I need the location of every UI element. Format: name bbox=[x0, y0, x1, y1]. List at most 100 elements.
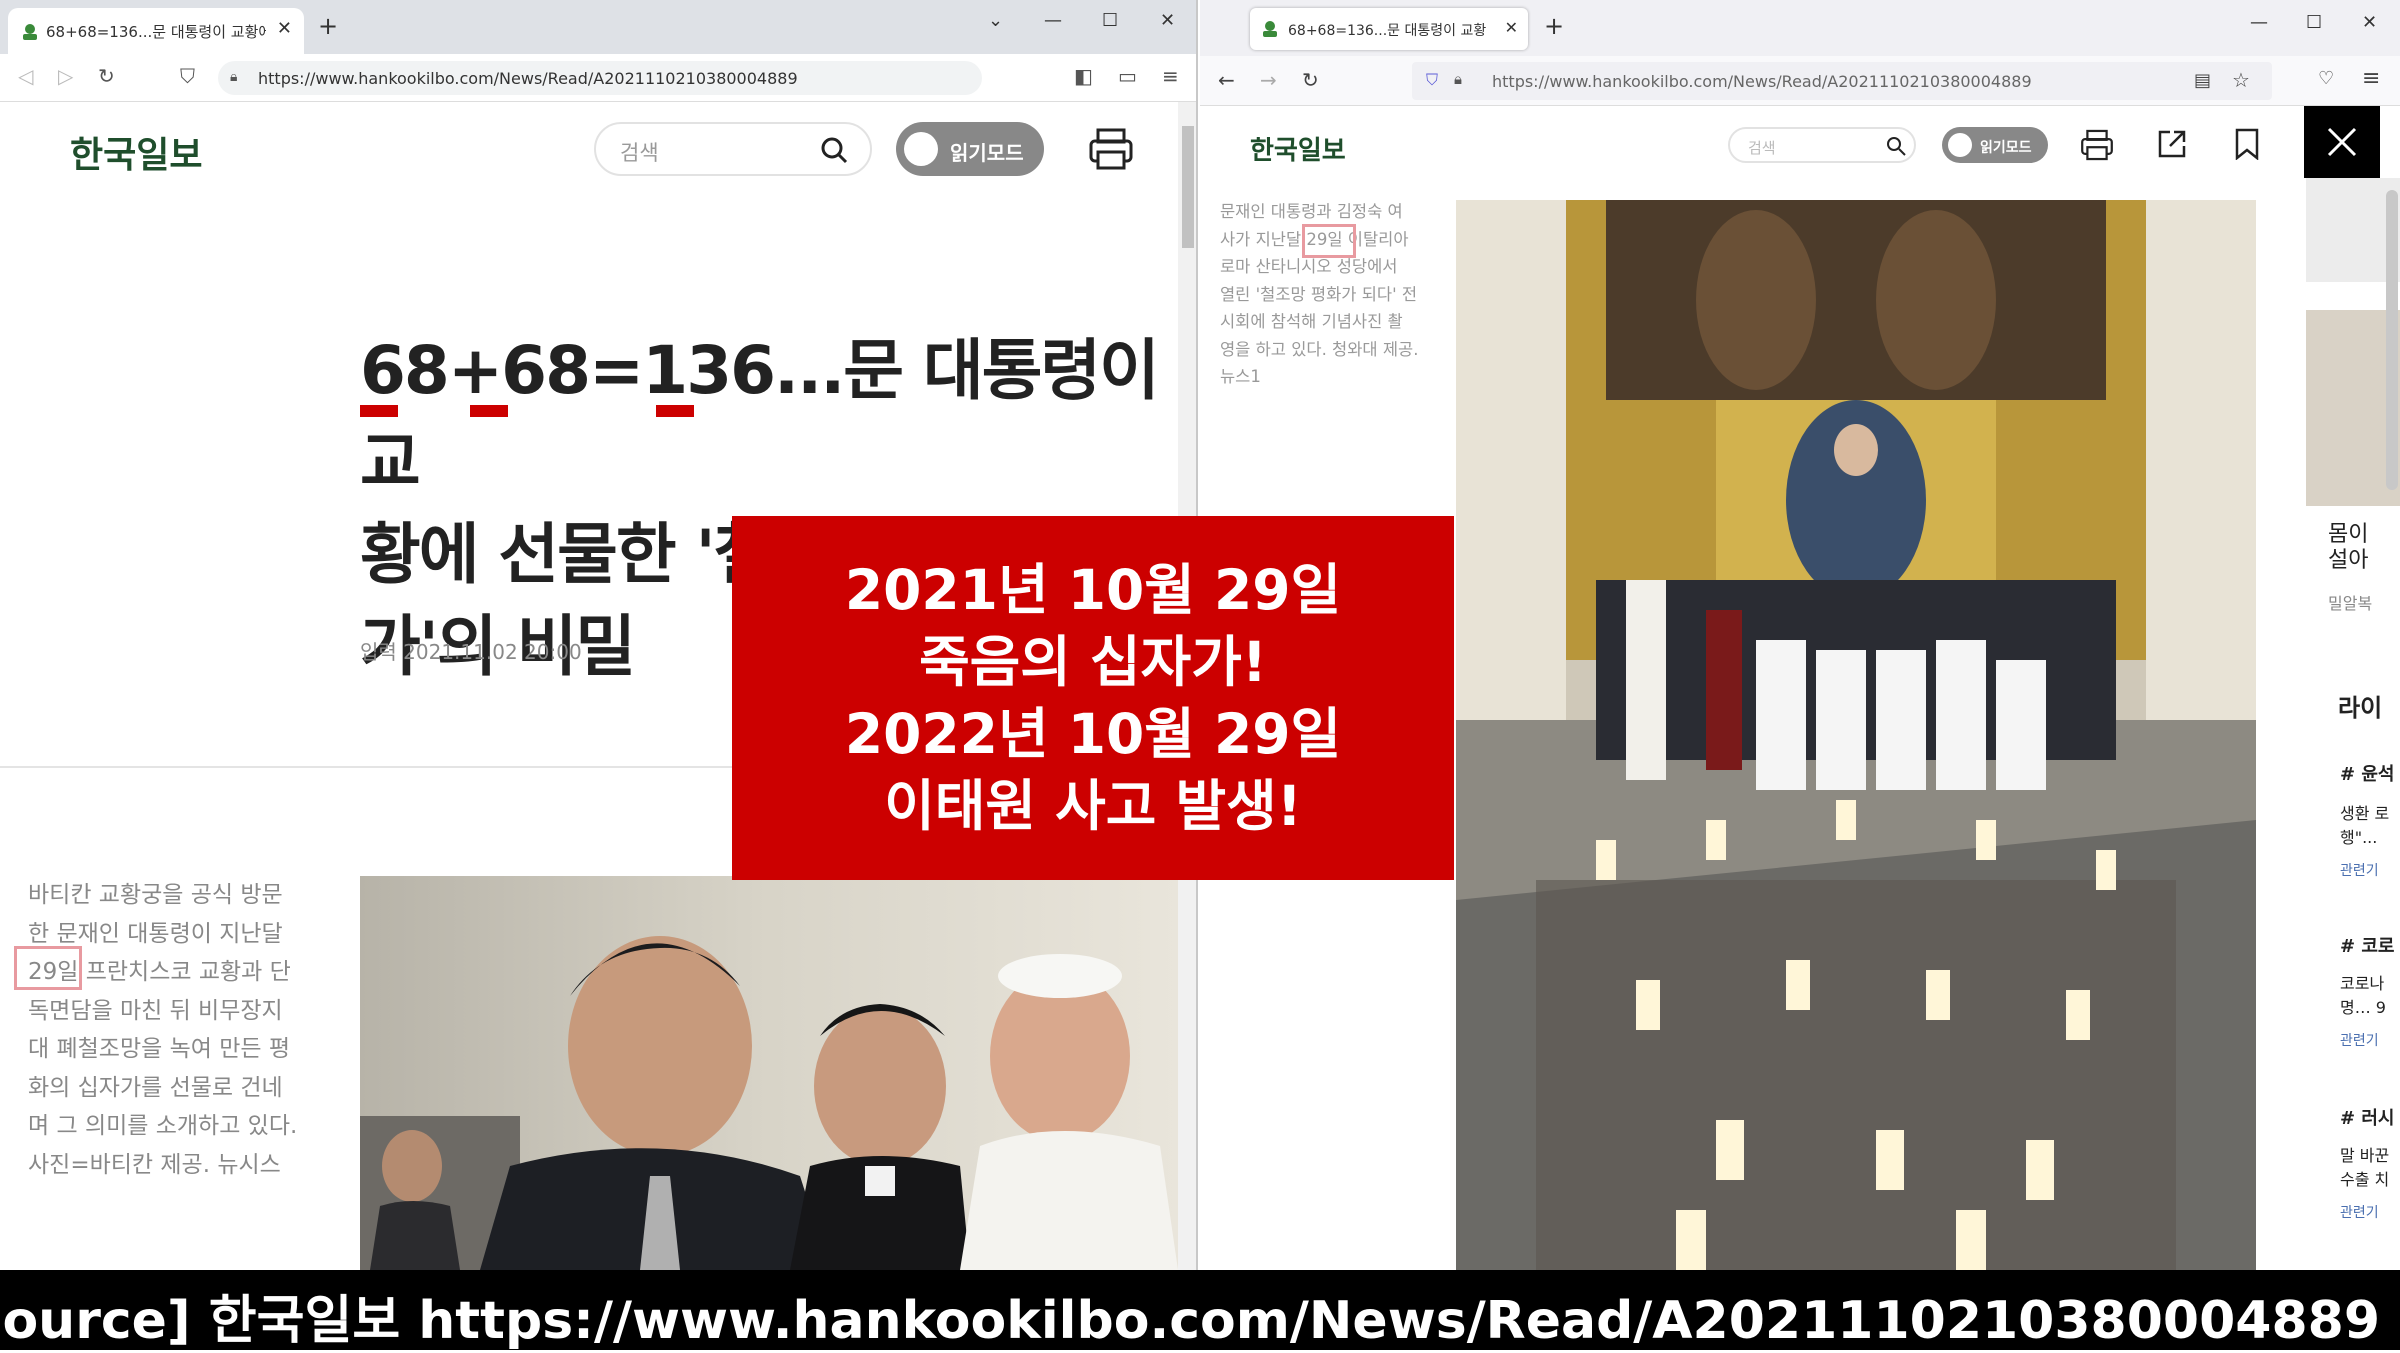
toolbar: ◁ ▷ ↻ ⛉ 🔒︎ https://www.hankookilbo.com/N… bbox=[0, 54, 1196, 102]
caption-line: 뉴스1 bbox=[1220, 367, 1261, 386]
bookmark-icon[interactable] bbox=[2234, 128, 2260, 160]
search-icon[interactable] bbox=[1886, 136, 1906, 156]
banner-line: 이태원 사고 발생! bbox=[884, 774, 1302, 838]
menu-icon[interactable]: ≡ bbox=[1162, 64, 1179, 88]
minimize-icon[interactable]: — bbox=[2250, 12, 2268, 33]
close-window-icon[interactable]: ✕ bbox=[2362, 12, 2377, 33]
url-text: https://www.hankookilbo.com/News/Read/A2… bbox=[1492, 72, 2032, 91]
sidebar-tag[interactable]: # 윤석 bbox=[2340, 760, 2394, 786]
reader-view-icon[interactable]: ▤ bbox=[2194, 70, 2211, 91]
digit-underline bbox=[360, 405, 398, 417]
toolbar: ← → ↻ ⛉ 🔒︎ https://www.hankookilbo.com/N… bbox=[1200, 56, 2400, 106]
digit-underline bbox=[656, 405, 694, 417]
caption-line: 열린 '철조망 평화가 되다' 전 bbox=[1220, 284, 1418, 304]
minimize-icon[interactable]: — bbox=[1044, 10, 1062, 31]
close-window-icon[interactable]: ✕ bbox=[1160, 10, 1175, 31]
photo-caption: 바티칸 교황궁을 공식 방문 한 문재인 대통령이 지난달 29일 프란치스코 … bbox=[28, 876, 328, 1184]
menu-icon[interactable]: ≡ bbox=[2362, 66, 2380, 91]
tab-strip: 68+68=136...문 대통령이 교황에 ✕ + ⌄ — ☐ ✕ bbox=[0, 0, 1196, 54]
sidebar-item-line[interactable]: 명… 9 bbox=[2340, 994, 2386, 1018]
sidebar-icon[interactable]: ◧ bbox=[1074, 64, 1093, 88]
back-icon[interactable]: ◁ bbox=[18, 64, 33, 88]
address-bar[interactable]: ⛉ 🔒︎ https://www.hankookilbo.com/News/Re… bbox=[1412, 62, 2272, 100]
caption-line: 문재인 대통령과 김정숙 여 bbox=[1220, 202, 1403, 221]
reload-icon[interactable]: ↻ bbox=[1302, 68, 1319, 92]
caption-line: 화의 십자가를 선물로 건네 bbox=[28, 1074, 283, 1101]
forward-icon[interactable]: → bbox=[1260, 68, 1277, 92]
pocket-icon[interactable]: ♡ bbox=[2318, 68, 2334, 89]
print-icon[interactable] bbox=[1088, 126, 1134, 172]
sidebar-snippet: 설아 bbox=[2328, 548, 2369, 573]
banner-line: 2022년 10월 29일 bbox=[844, 702, 1342, 766]
sidebar-related-link[interactable]: 관련기 bbox=[2340, 1030, 2379, 1050]
tab-title: 68+68=136...문 대통령이 교황에 bbox=[46, 23, 266, 41]
sidebar-related-link[interactable]: 관련기 bbox=[2340, 1202, 2379, 1222]
forward-icon[interactable]: ▷ bbox=[58, 64, 73, 88]
read-mode-toggle[interactable]: 읽기모드 bbox=[896, 122, 1044, 176]
back-icon[interactable]: ← bbox=[1218, 68, 1235, 92]
caption-line: 며 그 의미를 소개하고 있다. bbox=[28, 1113, 298, 1139]
search-input[interactable]: 검색 bbox=[594, 122, 872, 176]
exhibition-photo bbox=[1456, 200, 2256, 1270]
sidebar-item-line[interactable]: 수출 치 bbox=[2340, 1166, 2389, 1190]
share-icon[interactable] bbox=[2156, 128, 2188, 160]
url-text: https://www.hankookilbo.com/News/Read/A2… bbox=[258, 69, 798, 88]
lock-icon: 🔒︎ bbox=[1454, 70, 1462, 88]
banner-line: 2021년 10월 29일 bbox=[844, 558, 1342, 622]
sidebar-item-line[interactable]: 코로나 bbox=[2340, 970, 2384, 994]
sidebar-item-line[interactable]: 생환 로 bbox=[2340, 800, 2389, 824]
search-placeholder: 검색 bbox=[1748, 139, 1776, 157]
browser-tab[interactable]: 68+68=136...문 대통령이 교황에 ✕ bbox=[8, 8, 304, 54]
site-favicon-icon bbox=[1263, 21, 1277, 37]
site-logo[interactable]: 한국일보 bbox=[1250, 130, 1346, 167]
red-banner-overlay: 2021년 10월 29일 죽음의 십자가! 2022년 10월 29일 이태원… bbox=[732, 516, 1454, 880]
site-favicon-icon bbox=[23, 24, 37, 40]
people-group bbox=[1596, 580, 2116, 790]
close-panel-button[interactable] bbox=[2304, 106, 2380, 178]
maximize-icon[interactable]: ☐ bbox=[2306, 12, 2322, 33]
caption-line: 사진=바티칸 제공. 뉴시스 bbox=[28, 1151, 281, 1178]
headline-line: 68+68=136...문 대통령이 교 bbox=[360, 332, 1160, 501]
tab-search-chevron-icon[interactable]: ⌄ bbox=[988, 10, 1003, 31]
bookmark-icon[interactable]: ⛉ bbox=[180, 64, 195, 88]
shield-icon: ⛉ bbox=[1426, 70, 1439, 89]
caption-line: 영을 하고 있다. 청와대 제공. bbox=[1220, 339, 1419, 359]
close-icon bbox=[2327, 127, 2357, 157]
date-highlight-box bbox=[1302, 224, 1356, 258]
read-mode-label: 읽기모드 bbox=[1980, 140, 2032, 156]
search-input[interactable]: 검색 bbox=[1728, 127, 1916, 163]
address-bar[interactable]: 🔒︎ https://www.hankookilbo.com/News/Read… bbox=[218, 61, 982, 95]
browser-tab[interactable]: 68+68=136...문 대통령이 교황 ✕ bbox=[1250, 8, 1528, 50]
digit-underline bbox=[470, 405, 508, 417]
article-date: 입력 2021.11.02 20:00 bbox=[360, 640, 582, 664]
sidebar-item-line[interactable]: 행"... bbox=[2340, 824, 2377, 848]
scrollbar-thumb[interactable] bbox=[2386, 190, 2398, 490]
date-highlight-box bbox=[14, 946, 82, 990]
sidebar-item-line[interactable]: 말 바꾼 bbox=[2340, 1142, 2389, 1166]
scrollbar-thumb[interactable] bbox=[1182, 126, 1194, 248]
toggle-knob bbox=[1948, 133, 1972, 157]
sidebar-tag[interactable]: # 러시 bbox=[2340, 1104, 2394, 1130]
read-mode-label: 읽기모드 bbox=[950, 141, 1024, 165]
article-photo bbox=[360, 876, 1178, 1270]
lock-icon: 🔒︎ bbox=[230, 69, 238, 85]
search-icon[interactable] bbox=[820, 136, 848, 164]
maximize-icon[interactable]: ☐ bbox=[1102, 10, 1118, 31]
new-tab-icon[interactable]: + bbox=[318, 12, 338, 40]
reload-icon[interactable]: ↻ bbox=[98, 64, 115, 88]
caption-line: 대 폐철조망을 녹여 만든 평 bbox=[28, 1036, 291, 1062]
read-mode-toggle[interactable]: 읽기모드 bbox=[1942, 127, 2048, 163]
cast-icon[interactable]: ▭ bbox=[1118, 64, 1137, 88]
tab-close-icon[interactable]: ✕ bbox=[277, 18, 292, 39]
print-icon[interactable] bbox=[2080, 128, 2114, 162]
star-icon[interactable]: ☆ bbox=[2232, 68, 2250, 92]
site-logo[interactable]: 한국일보 bbox=[70, 126, 202, 178]
toggle-knob bbox=[904, 132, 938, 166]
sidebar-related-link[interactable]: 관련기 bbox=[2340, 860, 2379, 880]
sidebar-tag[interactable]: # 코로 bbox=[2340, 932, 2394, 958]
caption-line: 시회에 참석해 기념사진 촬 bbox=[1220, 312, 1403, 331]
sidebar-snippet: 밀알복 bbox=[2328, 594, 2373, 613]
new-tab-icon[interactable]: + bbox=[1544, 12, 1564, 40]
tab-close-icon[interactable]: ✕ bbox=[1505, 18, 1518, 37]
caption-line: 독면담을 마친 뒤 비무장지 bbox=[28, 997, 283, 1024]
